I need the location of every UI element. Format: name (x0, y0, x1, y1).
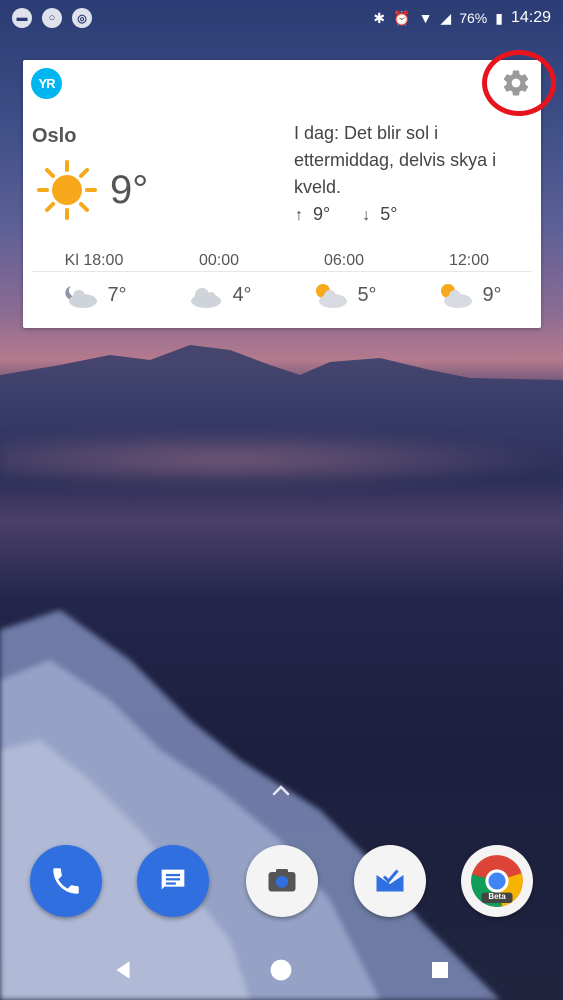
app-drawer-chevron-icon[interactable] (271, 783, 291, 797)
hour-forecast: 4° (157, 280, 281, 310)
hour-temp: 7° (107, 283, 127, 306)
hourly-labels: Kl 18:00 00:00 06:00 12:00 (32, 252, 532, 272)
cloud-sun-icon (441, 284, 473, 308)
current-temperature: 9° (110, 168, 149, 212)
signal-icon: ◢ (440, 9, 452, 26)
camera-icon[interactable] (246, 845, 318, 917)
city-name: Oslo (32, 125, 77, 147)
water-reflection (0, 430, 563, 490)
arrow-up-icon: ↑ (295, 207, 303, 224)
alarm-icon: ⏰ (393, 9, 411, 26)
status-bar: ▬ ○ ◎ ✱ ⏰ ▼ ◢ 76% ▮ 14:29 (0, 0, 563, 36)
hour-label: 12:00 (448, 252, 490, 269)
hour-label: 06:00 (323, 252, 365, 269)
phone-icon[interactable] (30, 845, 102, 917)
search-icon: ○ (42, 8, 62, 28)
hour-label: Kl 18:00 (64, 252, 124, 269)
wifi-icon: ▼ (418, 10, 433, 26)
circle-menu-icon: ◎ (72, 8, 92, 28)
weather-widget[interactable]: YR Oslo 9° I dag: Det blir sol i ettermi… (23, 60, 541, 328)
back-icon[interactable] (107, 954, 139, 986)
recents-icon[interactable] (424, 954, 456, 986)
chat-bubble-icon: ▬ (12, 8, 32, 28)
high-temp: 9° (313, 204, 331, 224)
arrow-down-icon: ↓ (362, 207, 371, 224)
yr-logo[interactable]: YR (31, 68, 62, 99)
battery-icon: ▮ (495, 9, 503, 26)
hour-temp: 5° (357, 283, 377, 306)
messages-icon[interactable] (137, 845, 209, 917)
high-low: ↑ 9° ↓ 5° (295, 204, 397, 225)
navigation-bar (0, 940, 563, 1000)
hour-temp: 4° (232, 283, 252, 306)
hour-label: 00:00 (198, 252, 240, 269)
cloud-icon (191, 288, 222, 308)
settings-highlight-circle (482, 50, 556, 116)
chrome-beta-icon[interactable]: Beta (461, 845, 533, 917)
cloud-moon-icon (65, 286, 98, 308)
forecast-text: I dag: Det blir sol i ettermiddag, delvi… (294, 123, 497, 197)
chrome-beta-label: Beta (488, 892, 506, 901)
battery-percent: 76% (459, 10, 488, 26)
home-icon[interactable] (265, 954, 297, 986)
hour-forecast: 9° (407, 280, 531, 310)
cloud-sun-icon (316, 284, 348, 308)
hour-forecast: 5° (282, 280, 406, 310)
inbox-icon[interactable] (354, 845, 426, 917)
clock: 14:29 (510, 9, 551, 26)
hour-temp: 9° (482, 283, 502, 306)
bluetooth-icon: ✱ (373, 9, 386, 26)
mountains-image (0, 345, 563, 400)
dock: Beta (0, 835, 563, 935)
low-temp: 5° (380, 204, 398, 224)
hour-forecast: 7° (32, 280, 156, 310)
sun-icon (37, 160, 97, 220)
